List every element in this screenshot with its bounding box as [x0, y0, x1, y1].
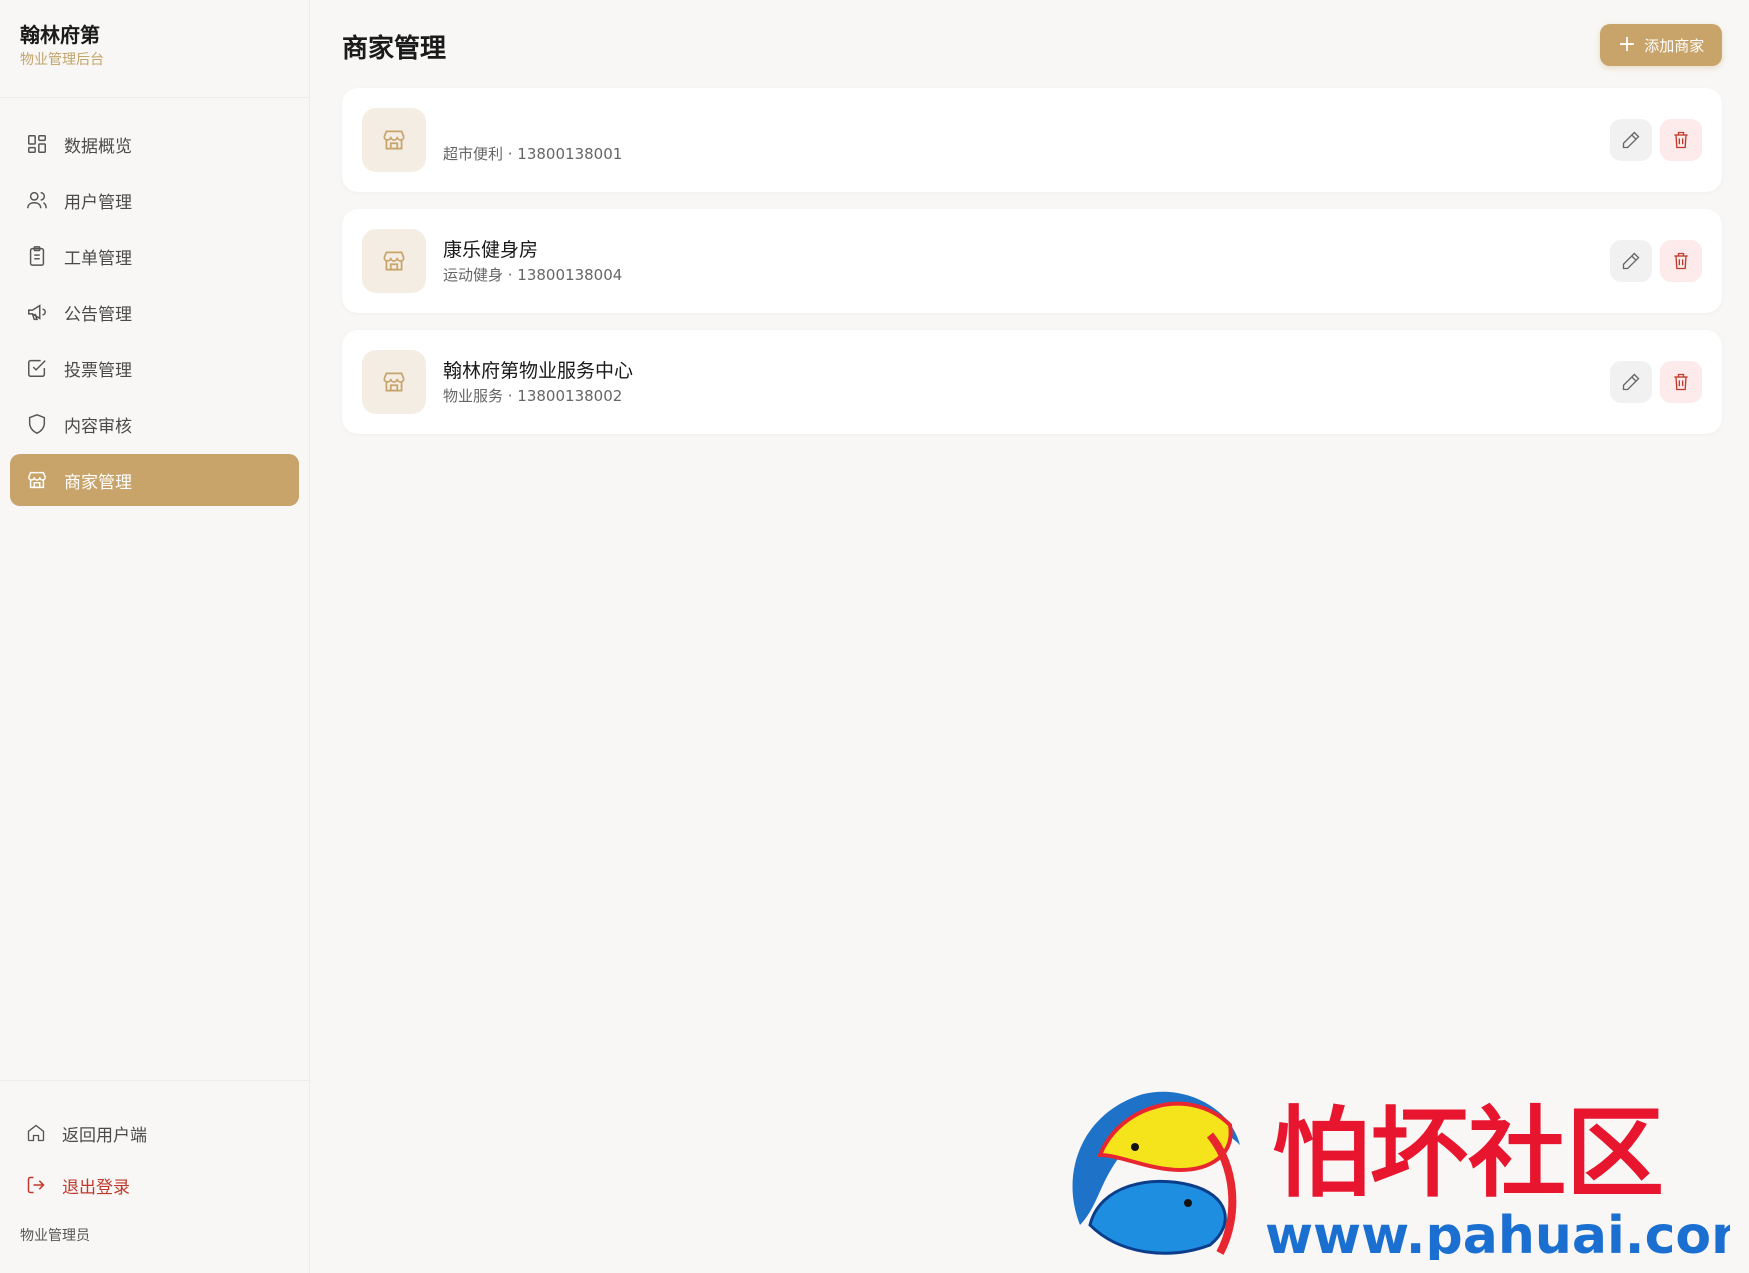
merchant-info: 超市便利 · 13800138001 [443, 116, 622, 164]
sidebar-item-label: 公告管理 [64, 304, 132, 325]
sidebar-item-overview[interactable]: 数据概览 [10, 118, 299, 170]
store-icon [28, 471, 46, 489]
brand-title: 翰林府第 [20, 23, 100, 47]
sidebar-item-merchants[interactable]: 商家管理 [10, 454, 299, 506]
merchant-actions [1602, 361, 1702, 403]
user-role: 物业管理员 [20, 1228, 90, 1244]
trash-icon [1674, 252, 1688, 270]
fish-logo-icon [1072, 1091, 1240, 1255]
trash-icon [1674, 131, 1688, 149]
plus-icon: + [1617, 32, 1637, 57]
watermark: 怕坏社区 www.pahuai.com [1072, 1091, 1730, 1260]
sidebar-item-users[interactable]: 用户管理 [10, 174, 299, 226]
logout-icon [27, 1176, 45, 1194]
sidebar-item-label: 数据概览 [64, 136, 132, 157]
merchant-meta: 物业服务 · 13800138002 [443, 387, 623, 405]
merchant-meta: 运动健身 · 13800138004 [443, 266, 623, 284]
merchant-name [443, 116, 622, 142]
sidebar-item-moderation[interactable]: 内容审核 [10, 398, 299, 450]
page-header: 商家管理 + 添加商家 [342, 0, 1722, 88]
pencil-icon [1622, 373, 1640, 391]
merchant-actions [1602, 119, 1702, 161]
sidebar-nav: 数据概览 用户管理 工单管理 公告管理 投票管理 内容审核 商家管理 [0, 98, 309, 506]
sidebar-item-label: 用户管理 [64, 192, 132, 213]
delete-button[interactable] [1660, 361, 1702, 403]
logout-button[interactable]: 退出登录 [0, 1159, 309, 1211]
page-title: 商家管理 [342, 34, 447, 64]
sidebar-item-label: 投票管理 [64, 360, 132, 381]
pencil-icon [1622, 131, 1640, 149]
megaphone-icon [28, 304, 46, 321]
store-icon [362, 350, 426, 414]
store-icon [362, 229, 426, 293]
users-icon [27, 191, 47, 209]
sidebar-item-label: 内容审核 [64, 416, 132, 437]
sidebar-item-announcements[interactable]: 公告管理 [10, 286, 299, 338]
trash-icon [1674, 373, 1688, 391]
delete-button[interactable] [1660, 119, 1702, 161]
grid-icon [28, 135, 46, 153]
back-to-user-label: 返回用户端 [62, 1125, 147, 1146]
merchant-card: 超市便利 · 13800138001 [342, 88, 1722, 192]
merchant-meta: 超市便利 · 13800138001 [443, 145, 623, 163]
edit-button[interactable] [1610, 361, 1652, 403]
merchant-name: 翰林府第物业服务中心 [443, 360, 634, 382]
delete-button[interactable] [1660, 240, 1702, 282]
add-merchant-button[interactable]: + 添加商家 [1600, 24, 1722, 66]
merchant-info: 康乐健身房 运动健身 · 13800138004 [443, 237, 622, 285]
sidebar-item-votes[interactable]: 投票管理 [10, 342, 299, 394]
main-content: 商家管理 + 添加商家 超市便利 · 13800138001 康乐健身房 运动健… [342, 0, 1722, 451]
brand: 翰林府第 物业管理后台 [0, 0, 309, 98]
sidebar: 翰林府第 物业管理后台 数据概览 用户管理 工单管理 公告管理 投票管理 内容审… [0, 0, 310, 1273]
edit-button[interactable] [1610, 119, 1652, 161]
watermark-url: www.pahuai.com [1265, 1206, 1730, 1260]
add-merchant-label: 添加商家 [1644, 36, 1705, 55]
merchant-card: 康乐健身房 运动健身 · 13800138004 [342, 209, 1722, 313]
merchant-card: 翰林府第物业服务中心 物业服务 · 13800138002 [342, 330, 1722, 434]
watermark-title: 怕坏社区 [1272, 1097, 1664, 1211]
merchant-name: 康乐健身房 [443, 239, 539, 261]
merchant-info: 翰林府第物业服务中心 物业服务 · 13800138002 [443, 358, 633, 406]
back-to-user-button[interactable]: 返回用户端 [0, 1107, 309, 1159]
sidebar-item-tickets[interactable]: 工单管理 [10, 230, 299, 282]
brand-subtitle: 物业管理后台 [20, 52, 104, 68]
sidebar-item-label: 商家管理 [64, 472, 132, 493]
store-icon [362, 108, 426, 172]
home-icon [27, 1124, 45, 1142]
shield-icon [28, 414, 46, 434]
checkbox-icon [28, 359, 46, 377]
logout-label: 退出登录 [62, 1177, 130, 1198]
pencil-icon [1622, 252, 1640, 270]
clipboard-icon [29, 246, 45, 266]
sidebar-footer: 返回用户端 退出登录 物业管理员 [0, 1080, 309, 1273]
sidebar-item-label: 工单管理 [64, 248, 132, 269]
merchant-actions [1602, 240, 1702, 282]
edit-button[interactable] [1610, 240, 1652, 282]
